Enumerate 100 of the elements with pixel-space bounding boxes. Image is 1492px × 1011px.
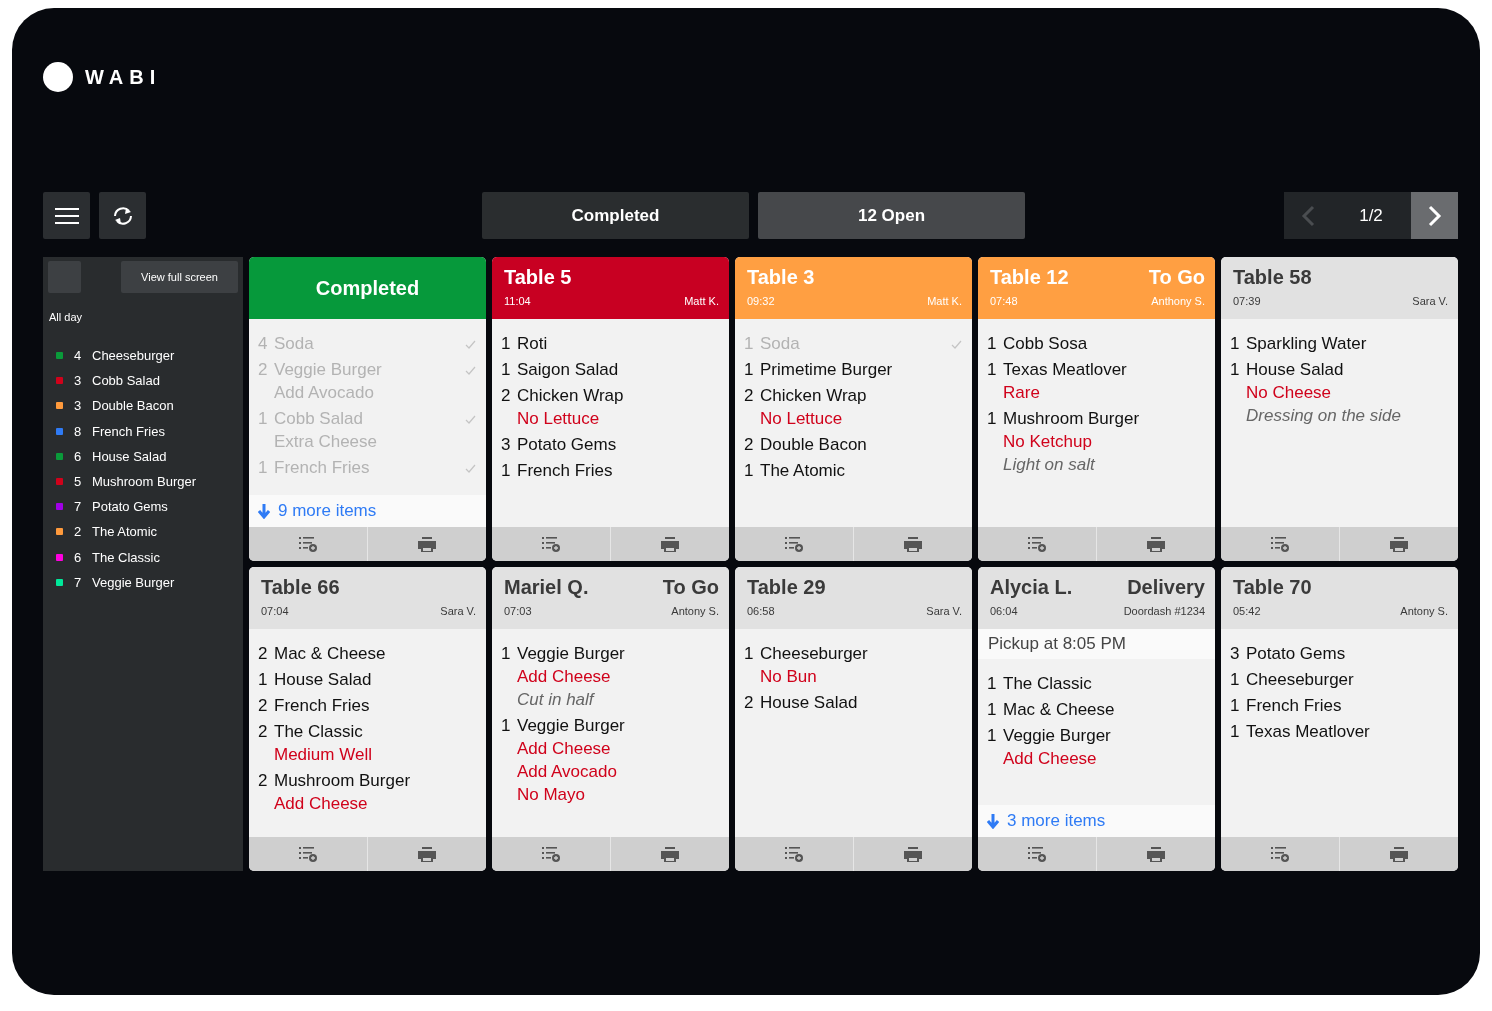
sidebar-heading: All day — [49, 311, 83, 323]
pickup-note: Pickup at 8:05 PM — [978, 629, 1215, 659]
filter-tab[interactable]: Completed — [482, 192, 749, 239]
view-full-screen-button[interactable]: View full screen — [121, 261, 238, 293]
item-quantity: 1 — [501, 715, 512, 737]
list-add-icon — [784, 846, 804, 862]
item-name: Veggie Burger — [92, 574, 175, 590]
item-quantity: 1 — [987, 359, 998, 381]
server-name: Matt K. — [927, 295, 962, 307]
item-name: Cobb Salad — [274, 408, 364, 430]
printer-icon — [904, 536, 922, 552]
more-items-link[interactable]: 3 more items — [978, 805, 1215, 837]
check-icon — [465, 365, 476, 375]
item-name: Mushroom Burger — [274, 770, 412, 792]
item-name: Mac & Cheese — [274, 643, 387, 665]
ticket-time: 09:32 — [747, 295, 775, 307]
list-add-icon — [298, 536, 318, 552]
item-name: The Atomic — [760, 460, 847, 482]
item-name: Texas Meatlover — [1246, 721, 1371, 743]
list-add-icon — [1270, 536, 1290, 552]
item-modifier: No Cheese — [1246, 382, 1333, 404]
refresh-button[interactable] — [99, 192, 146, 239]
ticket-time: 06:04 — [990, 605, 1018, 617]
chevron-right-icon — [1427, 204, 1442, 227]
item-name: Soda — [760, 333, 801, 355]
item-quantity: 1 — [501, 460, 512, 482]
item-quantity: 1 — [987, 333, 998, 355]
ticket-title: Table 70 — [1233, 576, 1312, 599]
item-quantity: 2 — [258, 643, 269, 665]
item-count: 8 — [74, 423, 83, 439]
item-quantity: 2 — [258, 695, 269, 717]
item-name: Cheeseburger — [92, 348, 175, 364]
item-count: 3 — [74, 373, 83, 389]
item-modifier: Medium Well — [274, 744, 373, 766]
item-name: Cheeseburger — [760, 643, 869, 665]
item-quantity: 1 — [744, 359, 755, 381]
ticket-title: Table 5 — [504, 266, 572, 289]
item-name: Roti — [517, 333, 549, 355]
menu-button[interactable] — [43, 192, 90, 239]
server-name: Sara V. — [1412, 295, 1448, 307]
item-name: Texas Meatlover — [1003, 359, 1128, 381]
arrow-down-icon — [258, 503, 270, 519]
item-quantity: 1 — [1230, 669, 1241, 691]
server-name: Antony S. — [671, 605, 719, 617]
item-name: Chicken Wrap — [760, 385, 868, 407]
item-modifier: Add Avocado — [274, 382, 375, 404]
item-name: French Fries — [274, 457, 371, 479]
printer-icon — [661, 846, 679, 862]
list-add-icon — [541, 536, 561, 552]
server-name: Doordash #1234 — [1123, 605, 1205, 617]
item-quantity: 1 — [258, 408, 269, 430]
item-name: Potato Gems — [92, 499, 168, 515]
next-page-button[interactable] — [1411, 192, 1458, 239]
item-quantity: 1 — [501, 333, 512, 355]
printer-icon — [661, 536, 679, 552]
item-quantity: 1 — [1230, 695, 1241, 717]
chevron-left-icon — [1300, 204, 1315, 227]
item-name: Chicken Wrap — [517, 385, 625, 407]
ticket-time: 07:39 — [1233, 295, 1261, 307]
more-items-text: 3 more items — [1007, 811, 1106, 831]
item-quantity: 1 — [987, 408, 998, 430]
item-name: Saigon Salad — [517, 359, 620, 381]
logo-circle-icon — [43, 62, 73, 92]
item-note: Light on salt — [1003, 454, 1097, 476]
item-quantity: 1 — [501, 643, 512, 665]
item-quantity: 2 — [744, 385, 755, 407]
order-type: To Go — [662, 576, 719, 599]
order-type: To Go — [1148, 266, 1205, 289]
ticket-time: 06:58 — [747, 605, 775, 617]
printer-icon — [1147, 536, 1165, 552]
list-add-icon — [1270, 846, 1290, 862]
item-name: House Salad — [92, 448, 167, 464]
item-modifier: Rare — [1003, 382, 1041, 404]
item-name: French Fries — [92, 423, 165, 439]
page-indicator: 1/2 — [1358, 205, 1384, 226]
item-modifier: Extra Cheese — [274, 431, 378, 453]
item-quantity: 1 — [258, 457, 269, 479]
item-name: The Classic — [274, 721, 364, 743]
more-items-link[interactable]: 9 more items — [249, 495, 486, 527]
server-name: Matt K. — [684, 295, 719, 307]
check-icon — [465, 339, 476, 349]
list-add-icon — [1027, 536, 1047, 552]
item-name: The Classic — [92, 549, 160, 565]
list-add-icon — [298, 846, 318, 862]
item-count: 3 — [74, 398, 83, 414]
item-name: Veggie Burger — [274, 359, 383, 381]
ticket-title: Table 66 — [261, 576, 340, 599]
item-name: Mushroom Burger — [92, 474, 197, 490]
item-quantity: 1 — [258, 669, 269, 691]
printer-icon — [1147, 846, 1165, 862]
item-quantity: 1 — [744, 333, 755, 355]
item-name: Mac & Cheese — [1003, 699, 1116, 721]
item-quantity: 1 — [987, 699, 998, 721]
item-quantity: 2 — [258, 721, 269, 743]
check-icon — [951, 339, 962, 349]
filter-tab[interactable]: 12 Open — [758, 192, 1025, 239]
item-name: House Salad — [1246, 359, 1345, 381]
item-name: Veggie Burger — [1003, 725, 1112, 747]
item-quantity: 4 — [258, 333, 269, 355]
item-modifier: No Ketchup — [1003, 431, 1093, 453]
